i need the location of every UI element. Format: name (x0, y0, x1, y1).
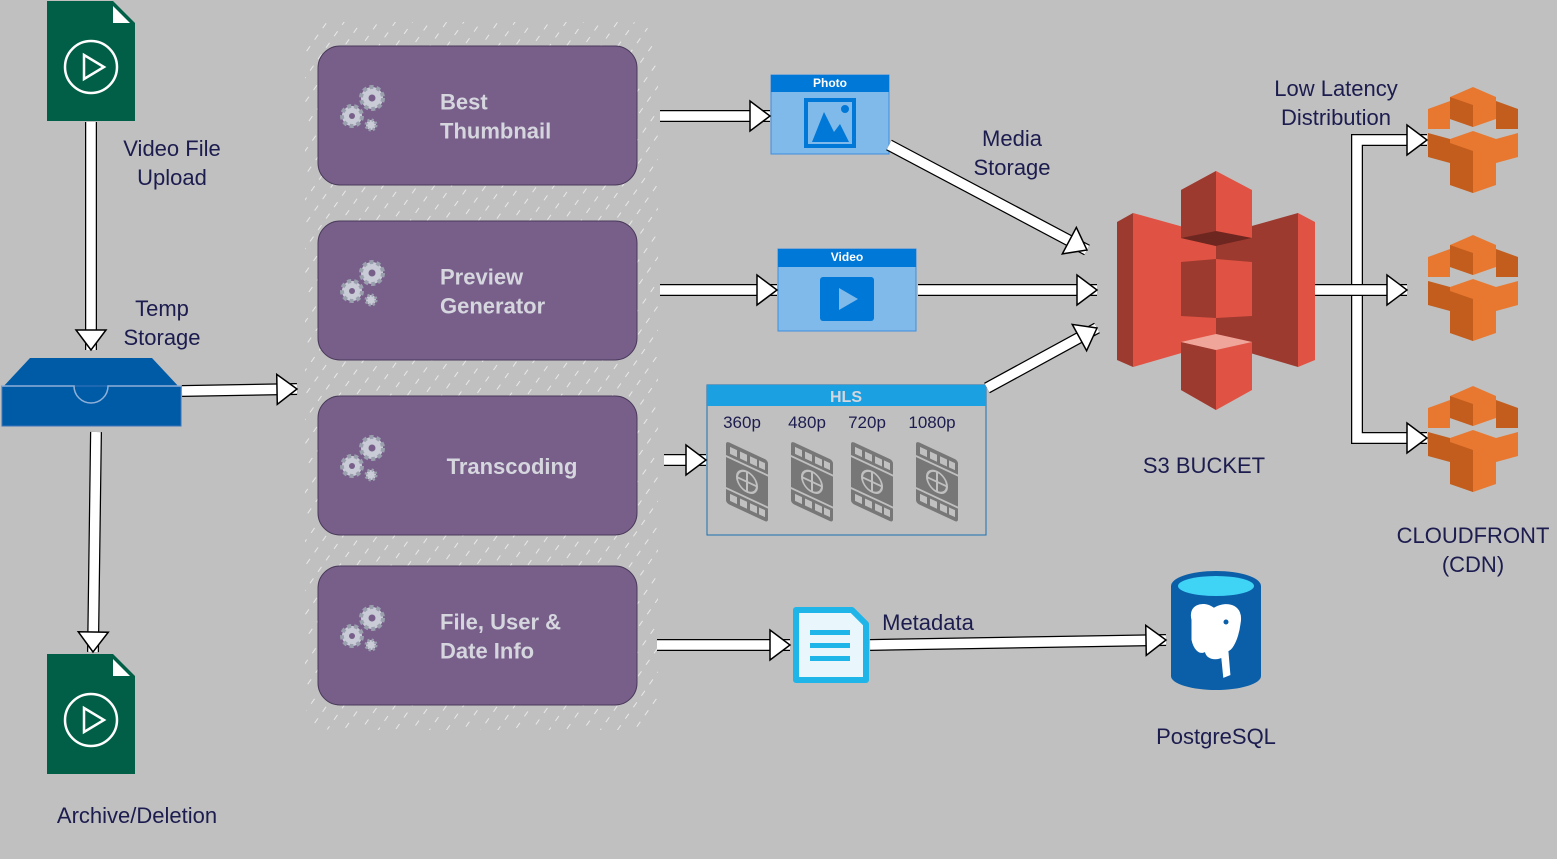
cloudfront-label-1: CLOUDFRONT (1397, 523, 1550, 548)
process-label: Thumbnail (440, 119, 551, 144)
video-file-icon (47, 1, 135, 121)
temp-storage-label-1: Temp (135, 296, 189, 321)
arrow-head (749, 99, 772, 133)
process-label: File, User & (440, 610, 561, 635)
process-label: Generator (440, 294, 546, 319)
low-latency-label-2: Distribution (1281, 105, 1391, 130)
resolution-label: 480p (788, 413, 826, 432)
s3-bucket-label: S3 BUCKET (1143, 453, 1265, 478)
video-output: Video (777, 248, 917, 332)
metadata-label: Metadata (882, 610, 974, 635)
video-title: Video (831, 250, 863, 264)
resolution-label: 360p (723, 413, 761, 432)
process-label: Best (440, 90, 488, 115)
process-label: Transcoding (447, 454, 578, 479)
arrow-head (74, 329, 108, 352)
hls-title: HLS (830, 389, 862, 406)
video-upload-label-2: Upload (137, 165, 207, 190)
arrow-head (1144, 623, 1168, 657)
video-upload-label-1: Video File (123, 136, 220, 161)
media-storage-label-1: Media (982, 126, 1043, 151)
temp-storage-label-2: Storage (123, 325, 200, 350)
process-box: File, User & Date Info (317, 565, 638, 706)
postgresql-label: PostgreSQL (1156, 724, 1276, 749)
arrow-head (1406, 421, 1429, 455)
arrow-head (769, 628, 792, 662)
low-latency-label-1: Low Latency (1274, 76, 1398, 101)
s3-bucket-icon (1117, 171, 1315, 410)
photo-output: Photo (770, 74, 890, 155)
archive-label: Archive/Deletion (57, 803, 217, 828)
photo-title: Photo (813, 76, 847, 90)
process-label: Date Info (440, 639, 534, 664)
arrow-head (685, 443, 708, 477)
arrow-head (1406, 123, 1429, 157)
process-box: Transcoding (317, 395, 638, 536)
cloudfront-icon (1428, 87, 1518, 492)
resolution-label: 720p (848, 413, 886, 432)
media-storage-label-2: Storage (973, 155, 1050, 180)
diagram-canvas: Best Thumbnail Preview Generator Transcoding… (1, 1, 1550, 828)
metadata-document-icon (793, 607, 869, 683)
architecture-diagram: Best Thumbnail Preview Generator Transcoding… (0, 0, 1557, 859)
arrow-head (756, 273, 779, 307)
process-label: Preview (440, 265, 524, 290)
process-box: Best Thumbnail (317, 45, 638, 186)
archived-video-file-icon (47, 654, 135, 774)
arrow-head (275, 372, 299, 406)
arrow-head (1386, 273, 1409, 307)
resolution-label: 1080p (908, 413, 955, 432)
temp-storage-icon (1, 358, 182, 427)
arrow-head (76, 631, 110, 654)
play-icon (820, 277, 874, 321)
arrow-head (1076, 273, 1099, 307)
process-box: Preview Generator (317, 220, 638, 361)
postgresql-icon (1171, 571, 1261, 690)
hls-output: HLS 360p 480p 720p 1080p (706, 384, 987, 536)
cloudfront-label-2: (CDN) (1442, 552, 1504, 577)
